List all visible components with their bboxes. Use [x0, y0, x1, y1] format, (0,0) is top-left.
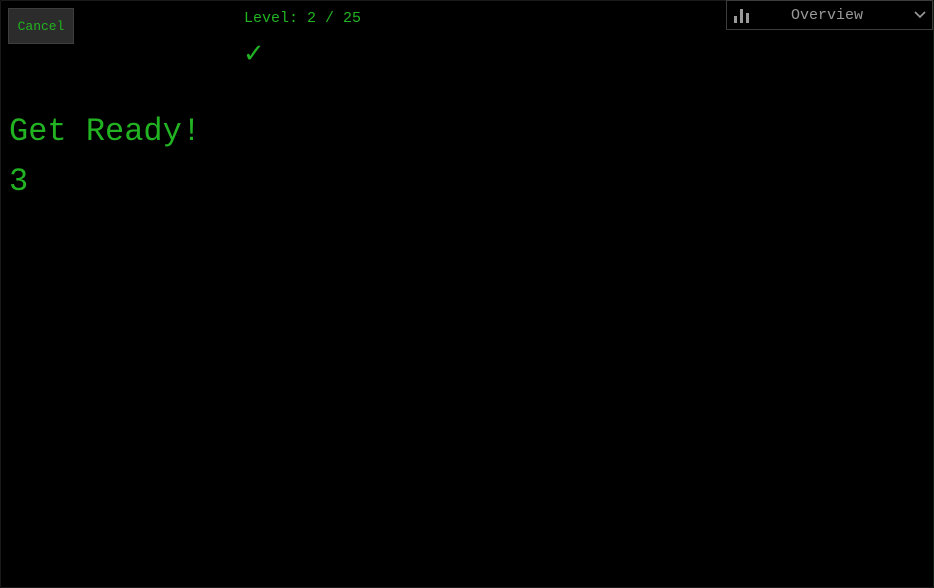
level-indicator: Level: 2 / 25 — [244, 10, 362, 27]
bar-chart-icon — [734, 9, 749, 23]
countdown-number: 3 — [9, 163, 29, 200]
get-ready-message: Get Ready! — [9, 113, 202, 150]
game-canvas — [0, 0, 934, 588]
view-select-label: Overview — [791, 7, 864, 24]
checkmark-icon: ✓ — [243, 39, 265, 69]
view-select-dropdown[interactable]: Overview — [726, 0, 933, 30]
chevron-down-icon — [914, 11, 926, 19]
cancel-button[interactable]: Cancel — [8, 8, 74, 44]
